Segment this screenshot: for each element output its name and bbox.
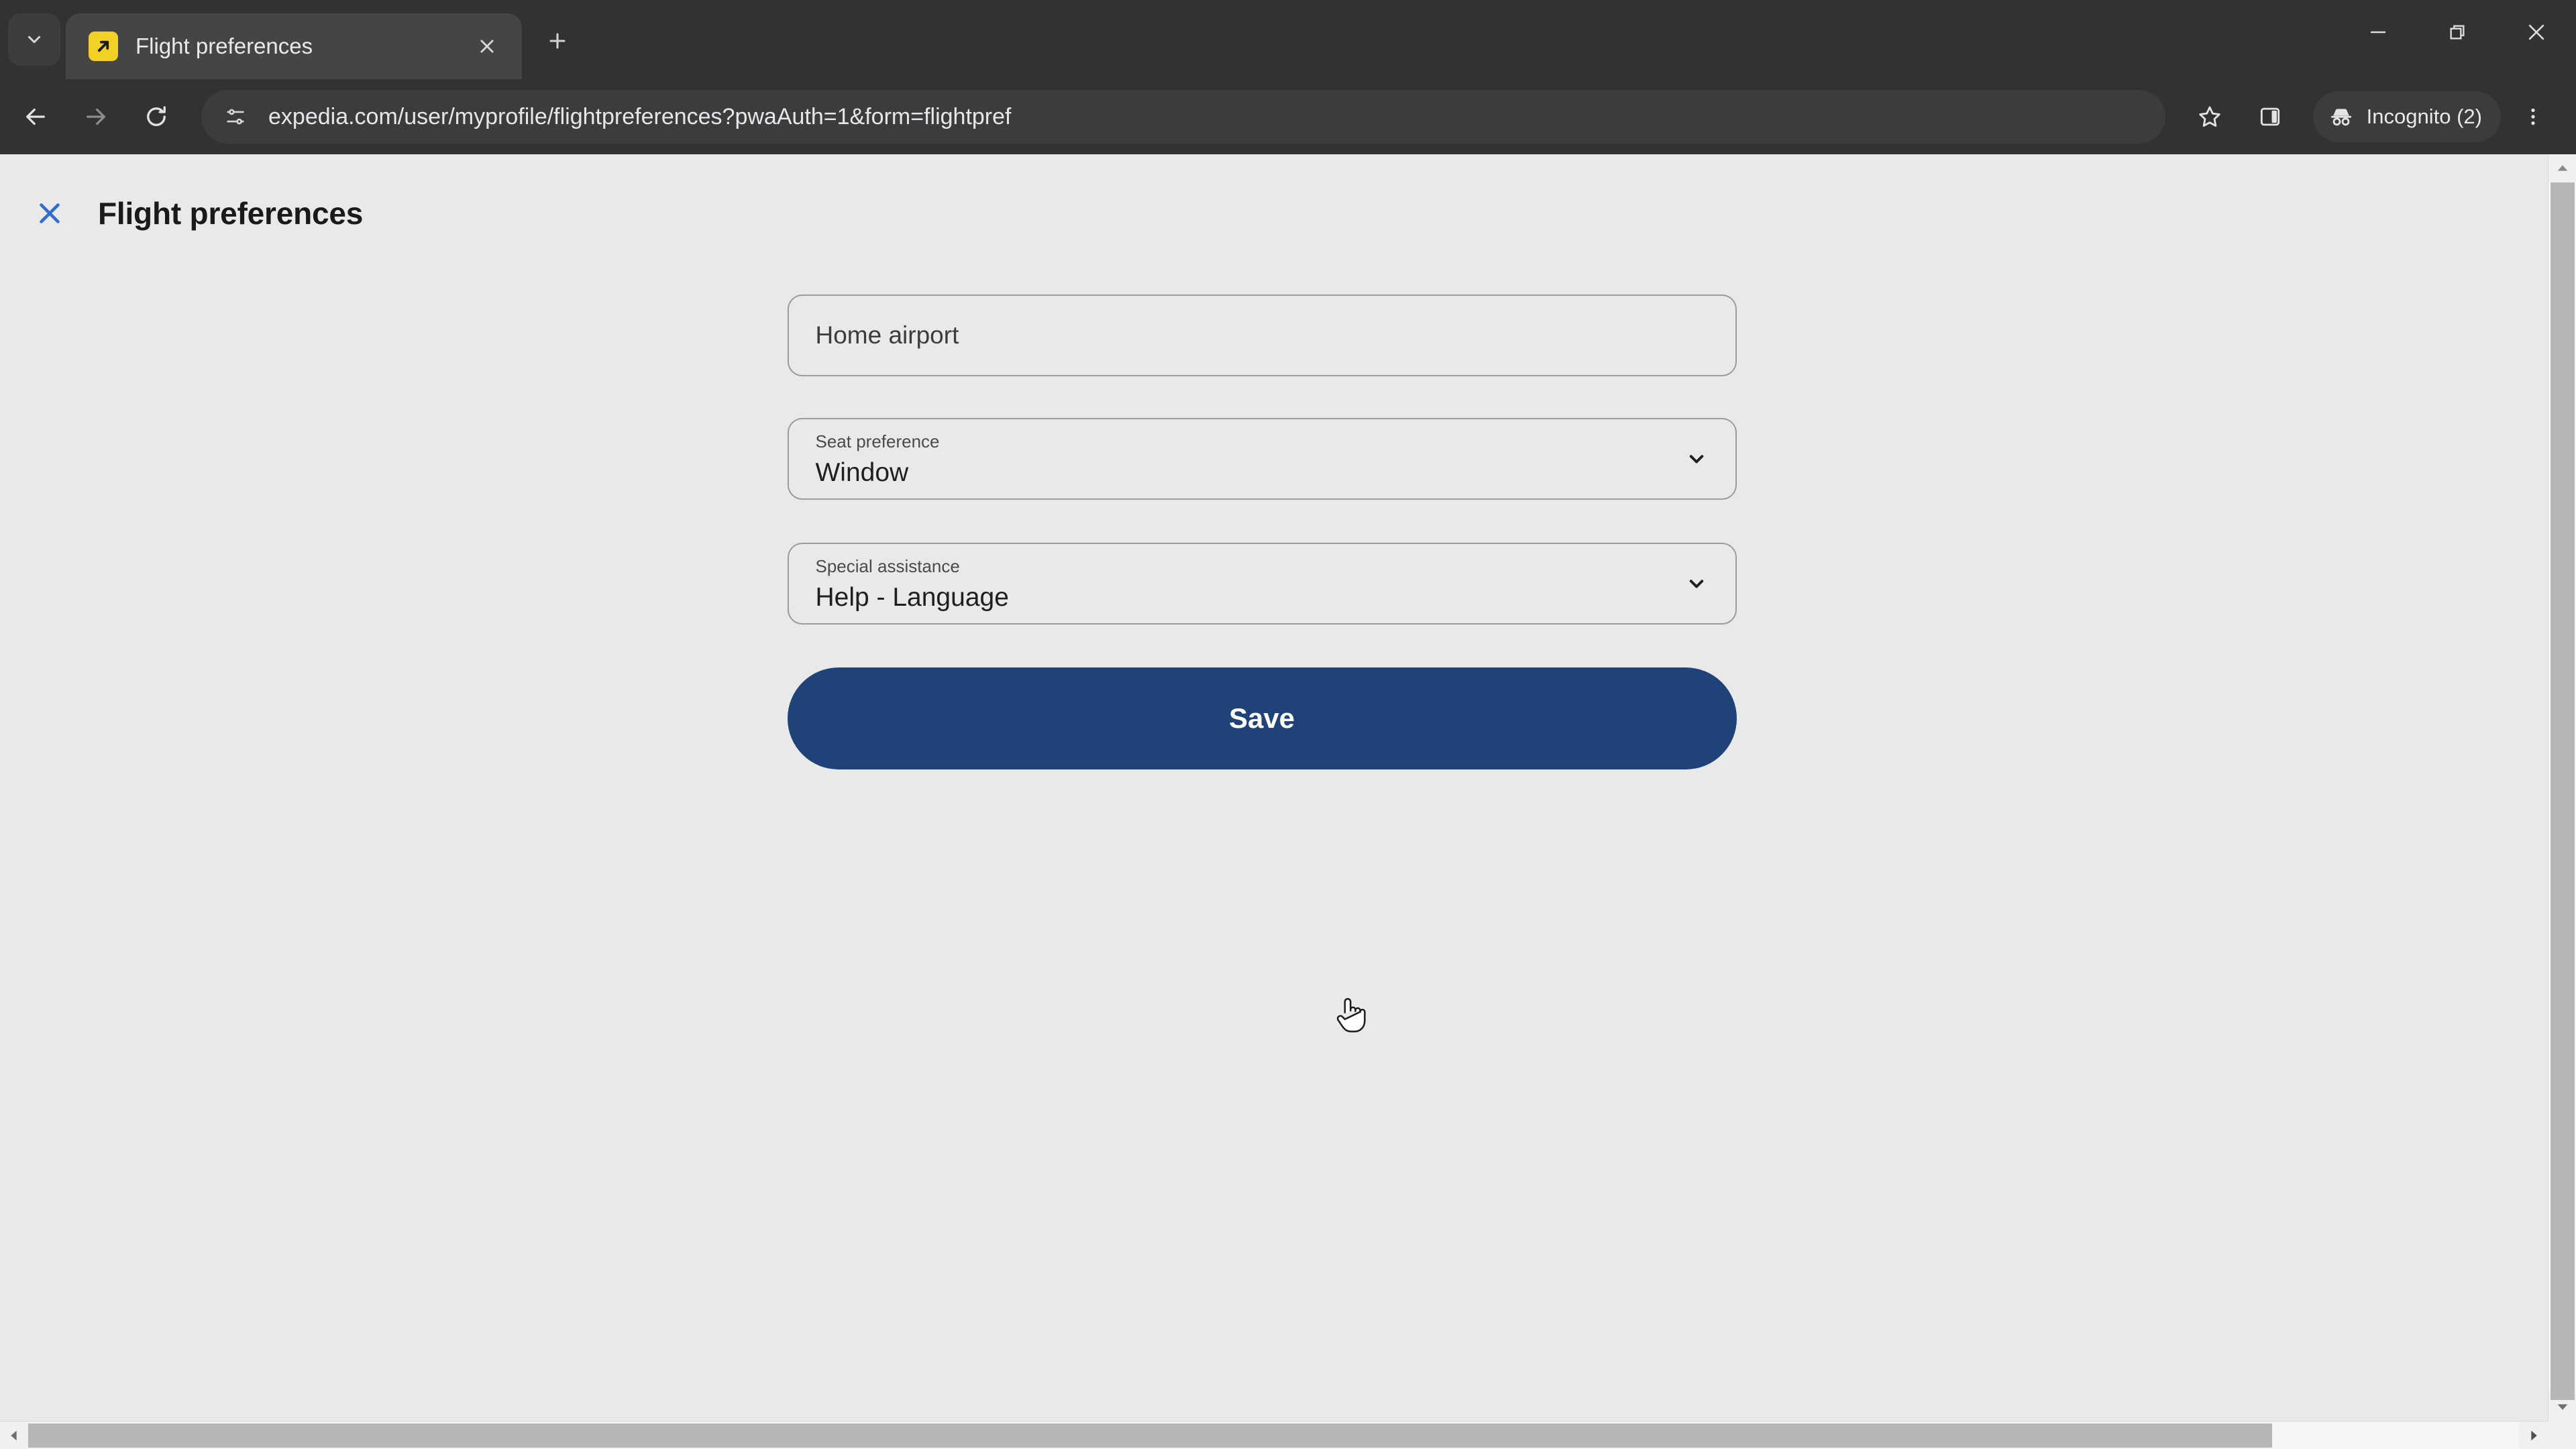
browser-window: Flight preferences expedia.com/user/mypr… <box>0 0 2576 1449</box>
scroll-right-button[interactable] <box>2520 1421 2548 1449</box>
minimize-button[interactable] <box>2339 0 2418 64</box>
expedia-arrow-favicon <box>89 32 118 61</box>
browser-viewport: Flight preferences Home airport Seat pre… <box>0 154 2576 1421</box>
three-dot-menu-icon <box>2531 108 2535 125</box>
plus-icon <box>549 33 566 49</box>
window-controls <box>2339 0 2576 79</box>
flight-preferences-form: Home airport Seat preference Window Spec… <box>787 294 1737 769</box>
chevron-down-icon[interactable] <box>1683 570 1710 597</box>
browser-menu-button[interactable] <box>2505 89 2561 145</box>
seat-preference-value: Window <box>815 458 909 487</box>
tab-search-button[interactable] <box>8 13 60 66</box>
scroll-left-button[interactable] <box>0 1421 28 1449</box>
horizontal-scroll-thumb[interactable] <box>28 1424 2272 1448</box>
incognito-indicator[interactable]: Incognito (2) <box>2312 91 2501 142</box>
close-page-button[interactable] <box>30 193 70 233</box>
special-assistance-select[interactable]: Special assistance Help - Language <box>787 543 1737 625</box>
vertical-scroll-track[interactable] <box>2548 182 2576 1400</box>
page-title: Flight preferences <box>98 196 364 231</box>
reload-icon <box>147 106 166 126</box>
triangle-left-icon <box>11 1430 17 1441</box>
incognito-spy-icon <box>2330 109 2351 126</box>
special-assistance-value: Help - Language <box>815 582 1009 612</box>
scrollbar-corner <box>2548 1421 2576 1449</box>
side-panel-button[interactable] <box>2242 89 2298 145</box>
side-panel-icon <box>2260 107 2279 126</box>
bookmark-button[interactable] <box>2182 89 2238 145</box>
restore-icon <box>2450 25 2465 40</box>
tab-strip: Flight preferences <box>0 0 2576 79</box>
seat-preference-select[interactable]: Seat preference Window <box>787 418 1737 500</box>
mouse-cursor <box>1334 994 1368 1040</box>
special-assistance-label: Special assistance <box>815 555 960 576</box>
tab-title: Flight preferences <box>136 34 313 58</box>
seat-preference-label: Seat preference <box>815 431 940 451</box>
horizontal-scroll-track[interactable] <box>28 1421 2520 1449</box>
close-x-icon <box>40 203 60 223</box>
reload-button[interactable] <box>126 87 186 147</box>
chevron-down-icon <box>28 36 40 44</box>
save-button[interactable]: Save <box>787 667 1737 769</box>
tab-flight-preferences[interactable]: Flight preferences <box>66 13 522 79</box>
window-close-button[interactable] <box>2497 0 2576 64</box>
forward-button[interactable] <box>66 87 126 147</box>
vertical-scroll-thumb[interactable] <box>2551 182 2575 1400</box>
triangle-right-icon <box>2531 1430 2537 1441</box>
triangle-down-icon <box>2557 1404 2567 1410</box>
star-icon <box>2198 106 2220 127</box>
chevron-down-icon[interactable] <box>1683 445 1710 472</box>
site-settings-button[interactable] <box>219 100 252 133</box>
minimize-icon <box>2370 31 2386 34</box>
new-tab-button[interactable] <box>534 17 581 64</box>
toolbar-actions: Incognito (2) <box>2178 89 2561 145</box>
incognito-label: Incognito (2) <box>2366 105 2482 128</box>
page-header: Flight preferences <box>0 154 2548 233</box>
maximize-restore-button[interactable] <box>2418 0 2497 64</box>
home-airport-field[interactable]: Home airport <box>787 294 1737 376</box>
address-bar[interactable]: expedia.com/user/myprofile/flightprefere… <box>201 90 2165 144</box>
address-bar-url: expedia.com/user/myprofile/flightprefere… <box>268 103 1012 129</box>
tune-settings-icon <box>227 109 244 125</box>
home-airport-placeholder: Home airport <box>815 321 959 349</box>
bottom-scroll-row <box>0 1421 2576 1449</box>
close-icon <box>2528 24 2544 40</box>
horizontal-scrollbar[interactable] <box>0 1421 2548 1449</box>
forward-arrow-icon <box>87 108 105 125</box>
back-button[interactable] <box>5 87 66 147</box>
back-arrow-icon <box>26 108 45 125</box>
triangle-up-icon <box>2557 165 2567 171</box>
web-page-content: Flight preferences Home airport Seat pre… <box>0 154 2548 1421</box>
scroll-up-button[interactable] <box>2548 154 2576 182</box>
tab-close-button[interactable] <box>470 29 504 64</box>
close-icon <box>480 40 494 53</box>
vertical-scrollbar[interactable] <box>2548 154 2576 1421</box>
browser-toolbar: expedia.com/user/myprofile/flightprefere… <box>0 79 2576 154</box>
